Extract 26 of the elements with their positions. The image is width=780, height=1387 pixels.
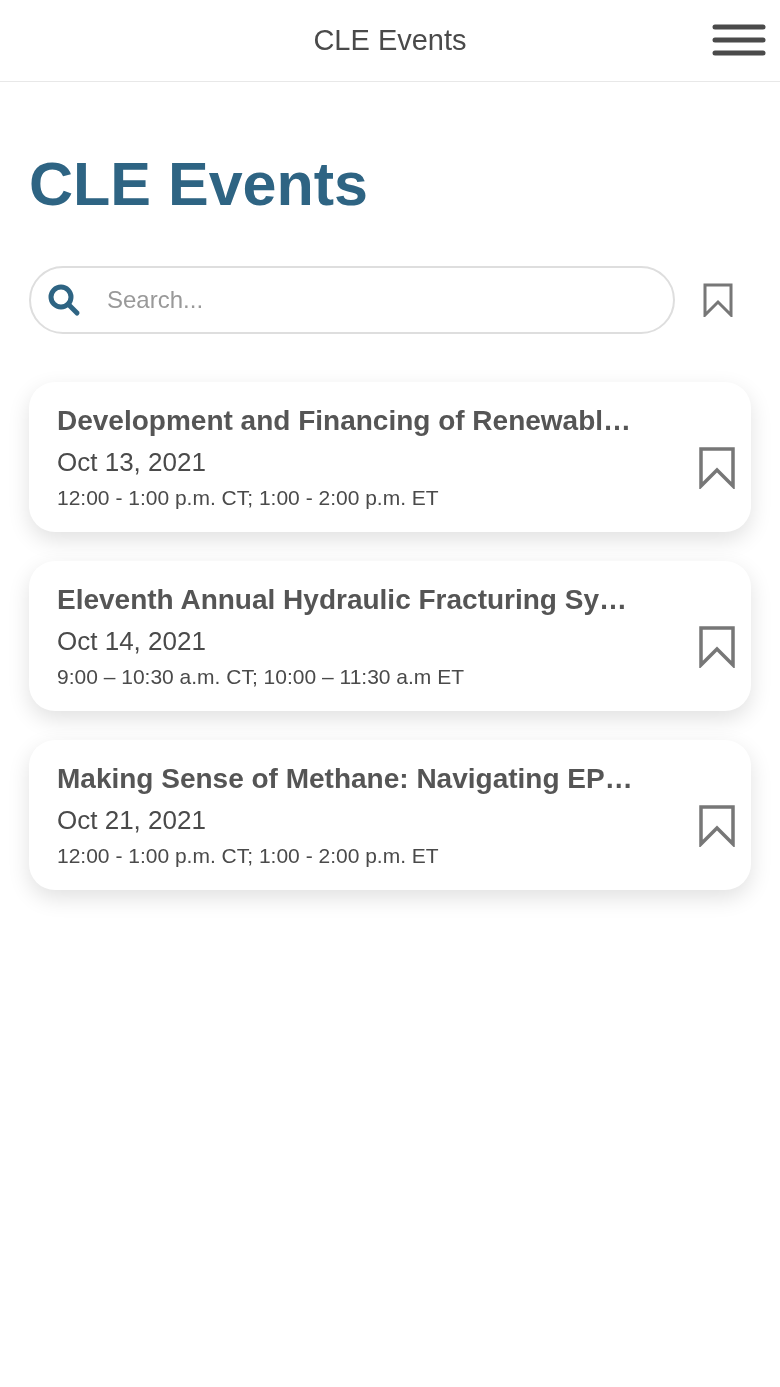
event-title: Development and Financing of Renewabl… xyxy=(57,404,633,437)
bookmark-button[interactable] xyxy=(699,447,735,489)
bookmark-button[interactable] xyxy=(699,626,735,668)
event-time: 12:00 - 1:00 p.m. CT; 1:00 - 2:00 p.m. ET xyxy=(57,843,440,868)
event-card[interactable]: Development and Financing of Renewabl… Oct 13, 2021 12:00 - 1:00 p.m. CT; 1:00 - 2:00 p.m. ET xyxy=(29,382,751,532)
search-field[interactable]: Search... xyxy=(29,266,675,334)
event-date: Oct 14, 2021 xyxy=(57,625,207,657)
search-icon xyxy=(47,283,81,317)
event-date: Oct 21, 2021 xyxy=(57,804,207,836)
event-card[interactable]: Making Sense of Methane: Navigating EP… Oct 21, 2021 12:00 - 1:00 p.m. CT; 1:00 - 2:00 p.m. ET xyxy=(29,740,751,890)
event-title: Eleventh Annual Hydraulic Fracturing Sy… xyxy=(57,583,628,616)
bookmark-icon xyxy=(699,626,735,668)
bookmark-icon xyxy=(703,283,733,317)
event-time: 9:00 – 10:30 a.m. CT; 10:00 – 11:30 a.m ET xyxy=(57,664,466,689)
event-card[interactable]: Eleventh Annual Hydraulic Fracturing Sy… Oct 14, 2021 9:00 – 10:30 a.m. CT; 10:00 – 11:30 a.m ET xyxy=(29,561,751,711)
event-title: Making Sense of Methane: Navigating EP… xyxy=(57,762,634,795)
header-title: CLE Events xyxy=(313,24,467,57)
bookmark-icon xyxy=(699,805,735,847)
saved-filter-button[interactable] xyxy=(703,283,733,317)
event-date: Oct 13, 2021 xyxy=(57,446,207,478)
event-time: 12:00 - 1:00 p.m. CT; 1:00 - 2:00 p.m. ET xyxy=(57,485,440,510)
bookmark-button[interactable] xyxy=(699,805,735,847)
menu-button[interactable] xyxy=(712,23,766,57)
menu-icon xyxy=(712,23,766,57)
page-title: CLE Events xyxy=(29,150,369,218)
bookmark-icon xyxy=(699,447,735,489)
